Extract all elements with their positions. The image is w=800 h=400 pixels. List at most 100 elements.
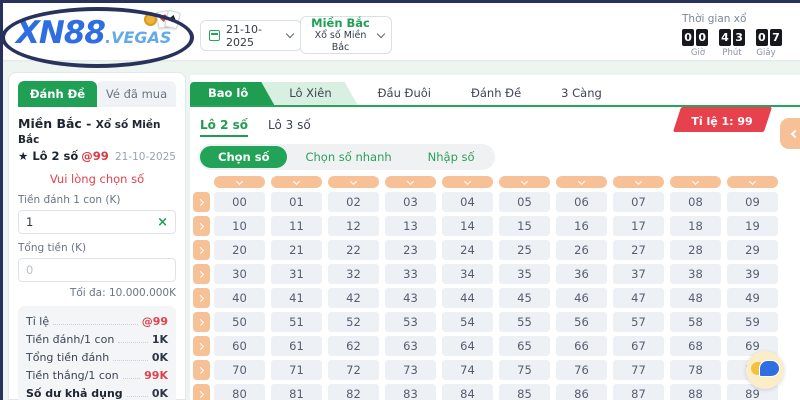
row-select-button[interactable] [193,288,210,308]
total-input[interactable] [26,263,168,277]
number-cell[interactable]: 13 [385,216,436,236]
number-cell[interactable]: 80 [214,384,265,400]
number-cell[interactable]: 73 [385,360,436,380]
pill-chon-so[interactable]: Chọn số [200,146,288,168]
number-cell[interactable]: 14 [442,216,493,236]
number-cell[interactable]: 46 [556,288,607,308]
number-cell[interactable]: 81 [271,384,322,400]
number-cell[interactable]: 09 [727,192,778,212]
number-cell[interactable]: 48 [670,288,721,308]
number-cell[interactable]: 78 [670,360,721,380]
number-cell[interactable]: 11 [271,216,322,236]
number-cell[interactable]: 20 [214,240,265,260]
number-cell[interactable]: 38 [670,264,721,284]
number-cell[interactable]: 31 [271,264,322,284]
subtab-lo-3-so[interactable]: Lô 3 số [268,118,311,137]
number-cell[interactable]: 70 [214,360,265,380]
number-cell[interactable]: 34 [442,264,493,284]
number-cell[interactable]: 28 [670,240,721,260]
draw-date-picker[interactable]: 21-10-2025 [200,20,302,51]
column-select-button[interactable] [385,176,436,188]
tab-lo-xien[interactable]: Lô Xiên [261,82,357,105]
number-cell[interactable]: 77 [613,360,664,380]
number-cell[interactable]: 12 [328,216,379,236]
number-cell[interactable]: 21 [271,240,322,260]
clear-stake-icon[interactable]: × [157,216,168,229]
number-cell[interactable]: 71 [271,360,322,380]
chat-support-button[interactable] [746,351,784,389]
number-cell[interactable]: 35 [499,264,550,284]
pill-nhap-so[interactable]: Nhập số [410,146,493,168]
number-cell[interactable]: 27 [613,240,664,260]
row-select-button[interactable] [193,336,210,356]
tab-dau-duoi[interactable]: Đầu Đuôi [358,82,451,105]
row-select-button[interactable] [193,384,210,400]
number-cell[interactable]: 53 [385,312,436,332]
number-cell[interactable]: 52 [328,312,379,332]
sidebar-tab-danh-de[interactable]: Đánh Đề [18,81,97,107]
number-cell[interactable]: 29 [727,240,778,260]
tab-bao-lo[interactable]: Bao lô [190,82,274,105]
number-cell[interactable]: 66 [556,336,607,356]
sidebar-tab-ve-da-mua[interactable]: Vé đã mua [97,81,176,107]
number-cell[interactable]: 17 [613,216,664,236]
number-cell[interactable]: 32 [328,264,379,284]
number-cell[interactable]: 41 [271,288,322,308]
number-cell[interactable]: 03 [385,192,436,212]
tab-3-cang[interactable]: 3 Càng [541,82,622,105]
number-cell[interactable]: 50 [214,312,265,332]
number-cell[interactable]: 19 [727,216,778,236]
row-select-button[interactable] [193,264,210,284]
number-cell[interactable]: 60 [214,336,265,356]
number-cell[interactable]: 36 [556,264,607,284]
tab-danh-de[interactable]: Đánh Đề [451,82,541,105]
number-cell[interactable]: 06 [556,192,607,212]
number-cell[interactable]: 57 [613,312,664,332]
number-cell[interactable]: 59 [727,312,778,332]
number-cell[interactable]: 23 [385,240,436,260]
column-select-button[interactable] [328,176,379,188]
number-cell[interactable]: 39 [727,264,778,284]
number-cell[interactable]: 37 [613,264,664,284]
column-select-button[interactable] [556,176,607,188]
number-cell[interactable]: 43 [385,288,436,308]
number-cell[interactable]: 62 [328,336,379,356]
row-select-button[interactable] [193,312,210,332]
number-cell[interactable]: 00 [214,192,265,212]
number-cell[interactable]: 16 [556,216,607,236]
number-cell[interactable]: 01 [271,192,322,212]
row-select-button[interactable] [193,216,210,236]
number-cell[interactable]: 88 [670,384,721,400]
number-cell[interactable]: 76 [556,360,607,380]
number-cell[interactable]: 44 [442,288,493,308]
number-cell[interactable]: 08 [670,192,721,212]
column-select-button[interactable] [271,176,322,188]
number-cell[interactable]: 02 [328,192,379,212]
number-cell[interactable]: 51 [271,312,322,332]
number-cell[interactable]: 84 [442,384,493,400]
number-cell[interactable]: 04 [442,192,493,212]
number-cell[interactable]: 72 [328,360,379,380]
number-cell[interactable]: 55 [499,312,550,332]
row-select-button[interactable] [193,240,210,260]
number-cell[interactable]: 58 [670,312,721,332]
number-cell[interactable]: 86 [556,384,607,400]
number-cell[interactable]: 87 [613,384,664,400]
number-cell[interactable]: 25 [499,240,550,260]
column-select-button[interactable] [499,176,550,188]
column-select-button[interactable] [214,176,265,188]
pill-chon-so-nhanh[interactable]: Chọn số nhanh [287,146,409,168]
number-cell[interactable]: 49 [727,288,778,308]
number-cell[interactable]: 24 [442,240,493,260]
number-cell[interactable]: 40 [214,288,265,308]
number-cell[interactable]: 15 [499,216,550,236]
region-dropdown[interactable]: Miền Bắc Xổ số Miền Bắc [300,16,392,54]
number-cell[interactable]: 74 [442,360,493,380]
number-cell[interactable]: 61 [271,336,322,356]
number-cell[interactable]: 75 [499,360,550,380]
number-cell[interactable]: 82 [328,384,379,400]
number-cell[interactable]: 30 [214,264,265,284]
number-cell[interactable]: 83 [385,384,436,400]
number-cell[interactable]: 47 [613,288,664,308]
number-cell[interactable]: 42 [328,288,379,308]
